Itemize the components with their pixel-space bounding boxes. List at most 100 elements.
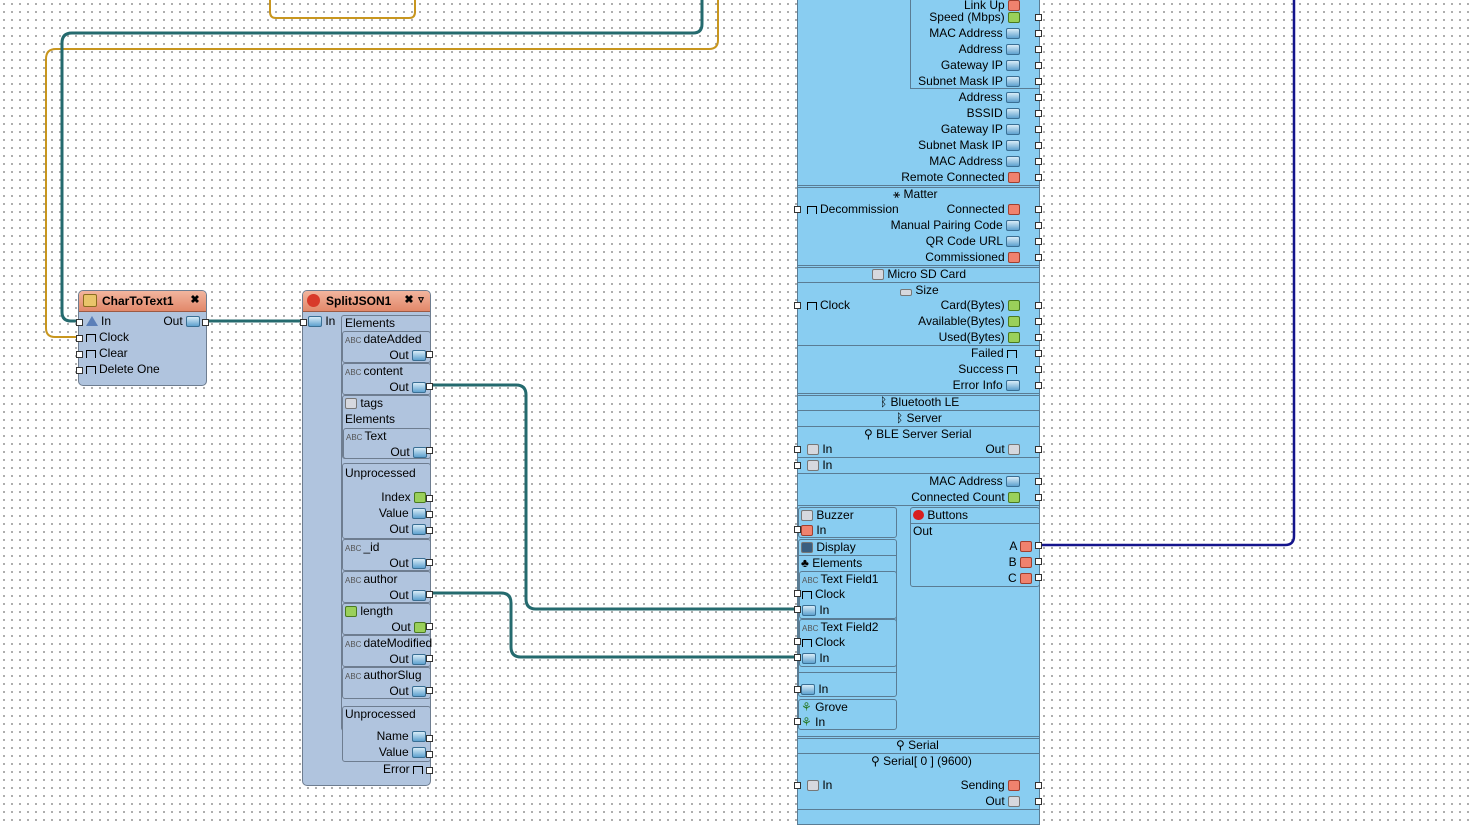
wire-button-a[interactable] <box>1040 0 1296 547</box>
text-row: ABC Text <box>346 429 386 444</box>
pin[interactable] <box>1035 478 1042 485</box>
element-tags[interactable]: tags Elements ABC Text Out <box>342 395 431 459</box>
datemodified-out-pin[interactable] <box>426 655 433 662</box>
pin[interactable] <box>1035 366 1042 373</box>
pin[interactable] <box>1035 574 1042 581</box>
author-out-pin[interactable] <box>426 591 433 598</box>
chartotext-clock-pin[interactable] <box>76 335 83 342</box>
pin[interactable] <box>1035 110 1042 117</box>
splitjson-in-pin[interactable] <box>300 319 307 326</box>
pin[interactable] <box>1035 62 1042 69</box>
pin[interactable] <box>1035 30 1042 37</box>
dateadded-out-pin[interactable] <box>426 351 433 358</box>
element-content[interactable]: ABC content Out <box>342 363 431 395</box>
id-out-pin[interactable] <box>426 559 433 566</box>
text-pin-icon <box>412 747 426 758</box>
buzzer-group[interactable]: Buzzer In <box>798 507 897 538</box>
chartotext-delete-pin[interactable] <box>76 367 83 374</box>
pin[interactable] <box>794 206 801 213</box>
pin[interactable] <box>794 462 801 469</box>
pin[interactable] <box>794 718 801 725</box>
used-bytes-row: Used(Bytes) <box>939 330 1020 345</box>
pin[interactable] <box>1035 494 1042 501</box>
unprocessed-out-pin[interactable] <box>426 527 433 534</box>
pin[interactable] <box>1035 446 1042 453</box>
text-field1-group[interactable]: ABC Text Field1 Clock In <box>799 571 897 619</box>
splitjson-component[interactable]: SplitJSON1 ✖ ▿ In Elements ABC dateAdded … <box>300 290 433 786</box>
wire-orange-to-clock[interactable] <box>45 0 719 338</box>
wire-author-to-textfield2[interactable] <box>430 591 799 659</box>
element-dateadded[interactable]: ABC dateAdded Out <box>342 331 431 363</box>
pin[interactable] <box>1035 126 1042 133</box>
value-pin[interactable] <box>426 511 433 518</box>
element-authorslug[interactable]: ABC authorSlug Out <box>342 667 431 699</box>
text-out-pin[interactable] <box>426 447 433 454</box>
card-bytes-row: Card(Bytes) <box>941 298 1020 313</box>
pin[interactable] <box>1035 334 1042 341</box>
pin[interactable] <box>794 526 801 533</box>
name-pin[interactable] <box>426 735 433 742</box>
board-component[interactable]: Link Up Speed (Mbps) MAC Address Address… <box>797 0 1040 825</box>
pin[interactable] <box>1035 318 1042 325</box>
pin[interactable] <box>1035 542 1042 549</box>
value2-pin[interactable] <box>426 751 433 758</box>
pin[interactable] <box>1035 174 1042 181</box>
chartotext-clear-pin[interactable] <box>76 351 83 358</box>
pin[interactable] <box>794 590 801 597</box>
content-out-pin[interactable] <box>426 383 433 390</box>
chartotext-out-pin[interactable] <box>202 319 209 326</box>
pin[interactable] <box>1035 14 1042 21</box>
pin[interactable] <box>794 446 801 453</box>
pin[interactable] <box>1035 142 1042 149</box>
wire-orange-clock[interactable] <box>269 0 416 19</box>
element-author[interactable]: ABC author Out <box>342 571 431 603</box>
wire-content-to-textfield1[interactable] <box>430 383 799 611</box>
element-length[interactable]: length Out <box>342 603 431 635</box>
display-group[interactable]: Display ♣ Elements ABC Text Field1 Clock … <box>798 539 897 697</box>
pin[interactable] <box>794 302 801 309</box>
chartotext-header[interactable]: CharToText1 ✖ <box>79 291 206 312</box>
pin[interactable] <box>794 638 801 645</box>
out-label: Out <box>389 556 409 570</box>
buttons-group[interactable]: Buttons Out A B C <box>910 507 1040 587</box>
text-pin-icon <box>412 654 426 665</box>
authorslug-out-pin[interactable] <box>426 687 433 694</box>
pin[interactable] <box>1035 158 1042 165</box>
error-pin[interactable] <box>426 767 433 774</box>
pin[interactable] <box>1035 558 1042 565</box>
chartotext-in-pin[interactable] <box>76 319 83 326</box>
pin[interactable] <box>1035 782 1042 789</box>
pin[interactable] <box>1035 238 1042 245</box>
chevron-down-icon[interactable]: ▿ <box>414 294 428 307</box>
splitjson-header[interactable]: SplitJSON1 ✖ ▿ <box>303 291 430 312</box>
pin[interactable] <box>1035 206 1042 213</box>
serial-out-row: Out <box>985 794 1020 809</box>
pin[interactable] <box>794 686 801 693</box>
index-pin[interactable] <box>426 495 433 502</box>
element-text[interactable]: ABC Text Out <box>343 428 431 459</box>
pin[interactable] <box>1035 222 1042 229</box>
pin[interactable] <box>1035 78 1042 85</box>
wire-teal-to-in[interactable] <box>60 0 704 323</box>
connected-row: Connected <box>947 202 1020 217</box>
pin[interactable] <box>1035 254 1042 261</box>
text-field2-group[interactable]: ABC Text Field2 Clock In <box>799 619 897 667</box>
chartotext-title: CharToText1 <box>102 294 174 308</box>
pin[interactable] <box>1035 382 1042 389</box>
length-out-pin[interactable] <box>426 623 433 630</box>
tools-icon[interactable]: ✖ <box>188 294 202 307</box>
pin[interactable] <box>794 782 801 789</box>
tags-unprocessed[interactable]: Unprocessed Index Value Out <box>342 463 431 539</box>
pin[interactable] <box>794 654 801 661</box>
pin[interactable] <box>794 606 801 613</box>
element-datemodified[interactable]: ABC dateModified Out <box>342 635 432 667</box>
element-id[interactable]: ABC _id Out <box>342 539 431 571</box>
pin[interactable] <box>1035 302 1042 309</box>
root-unprocessed[interactable]: Unprocessed Name Value <box>342 706 431 762</box>
pin[interactable] <box>1035 798 1042 805</box>
pin[interactable] <box>1035 350 1042 357</box>
grove-group[interactable]: ⚘ Grove ⚘ In <box>798 699 897 730</box>
pin[interactable] <box>1035 94 1042 101</box>
chartotext-component[interactable]: CharToText1 ✖ In Clock Clear Delete One … <box>76 290 209 386</box>
pin[interactable] <box>1035 46 1042 53</box>
